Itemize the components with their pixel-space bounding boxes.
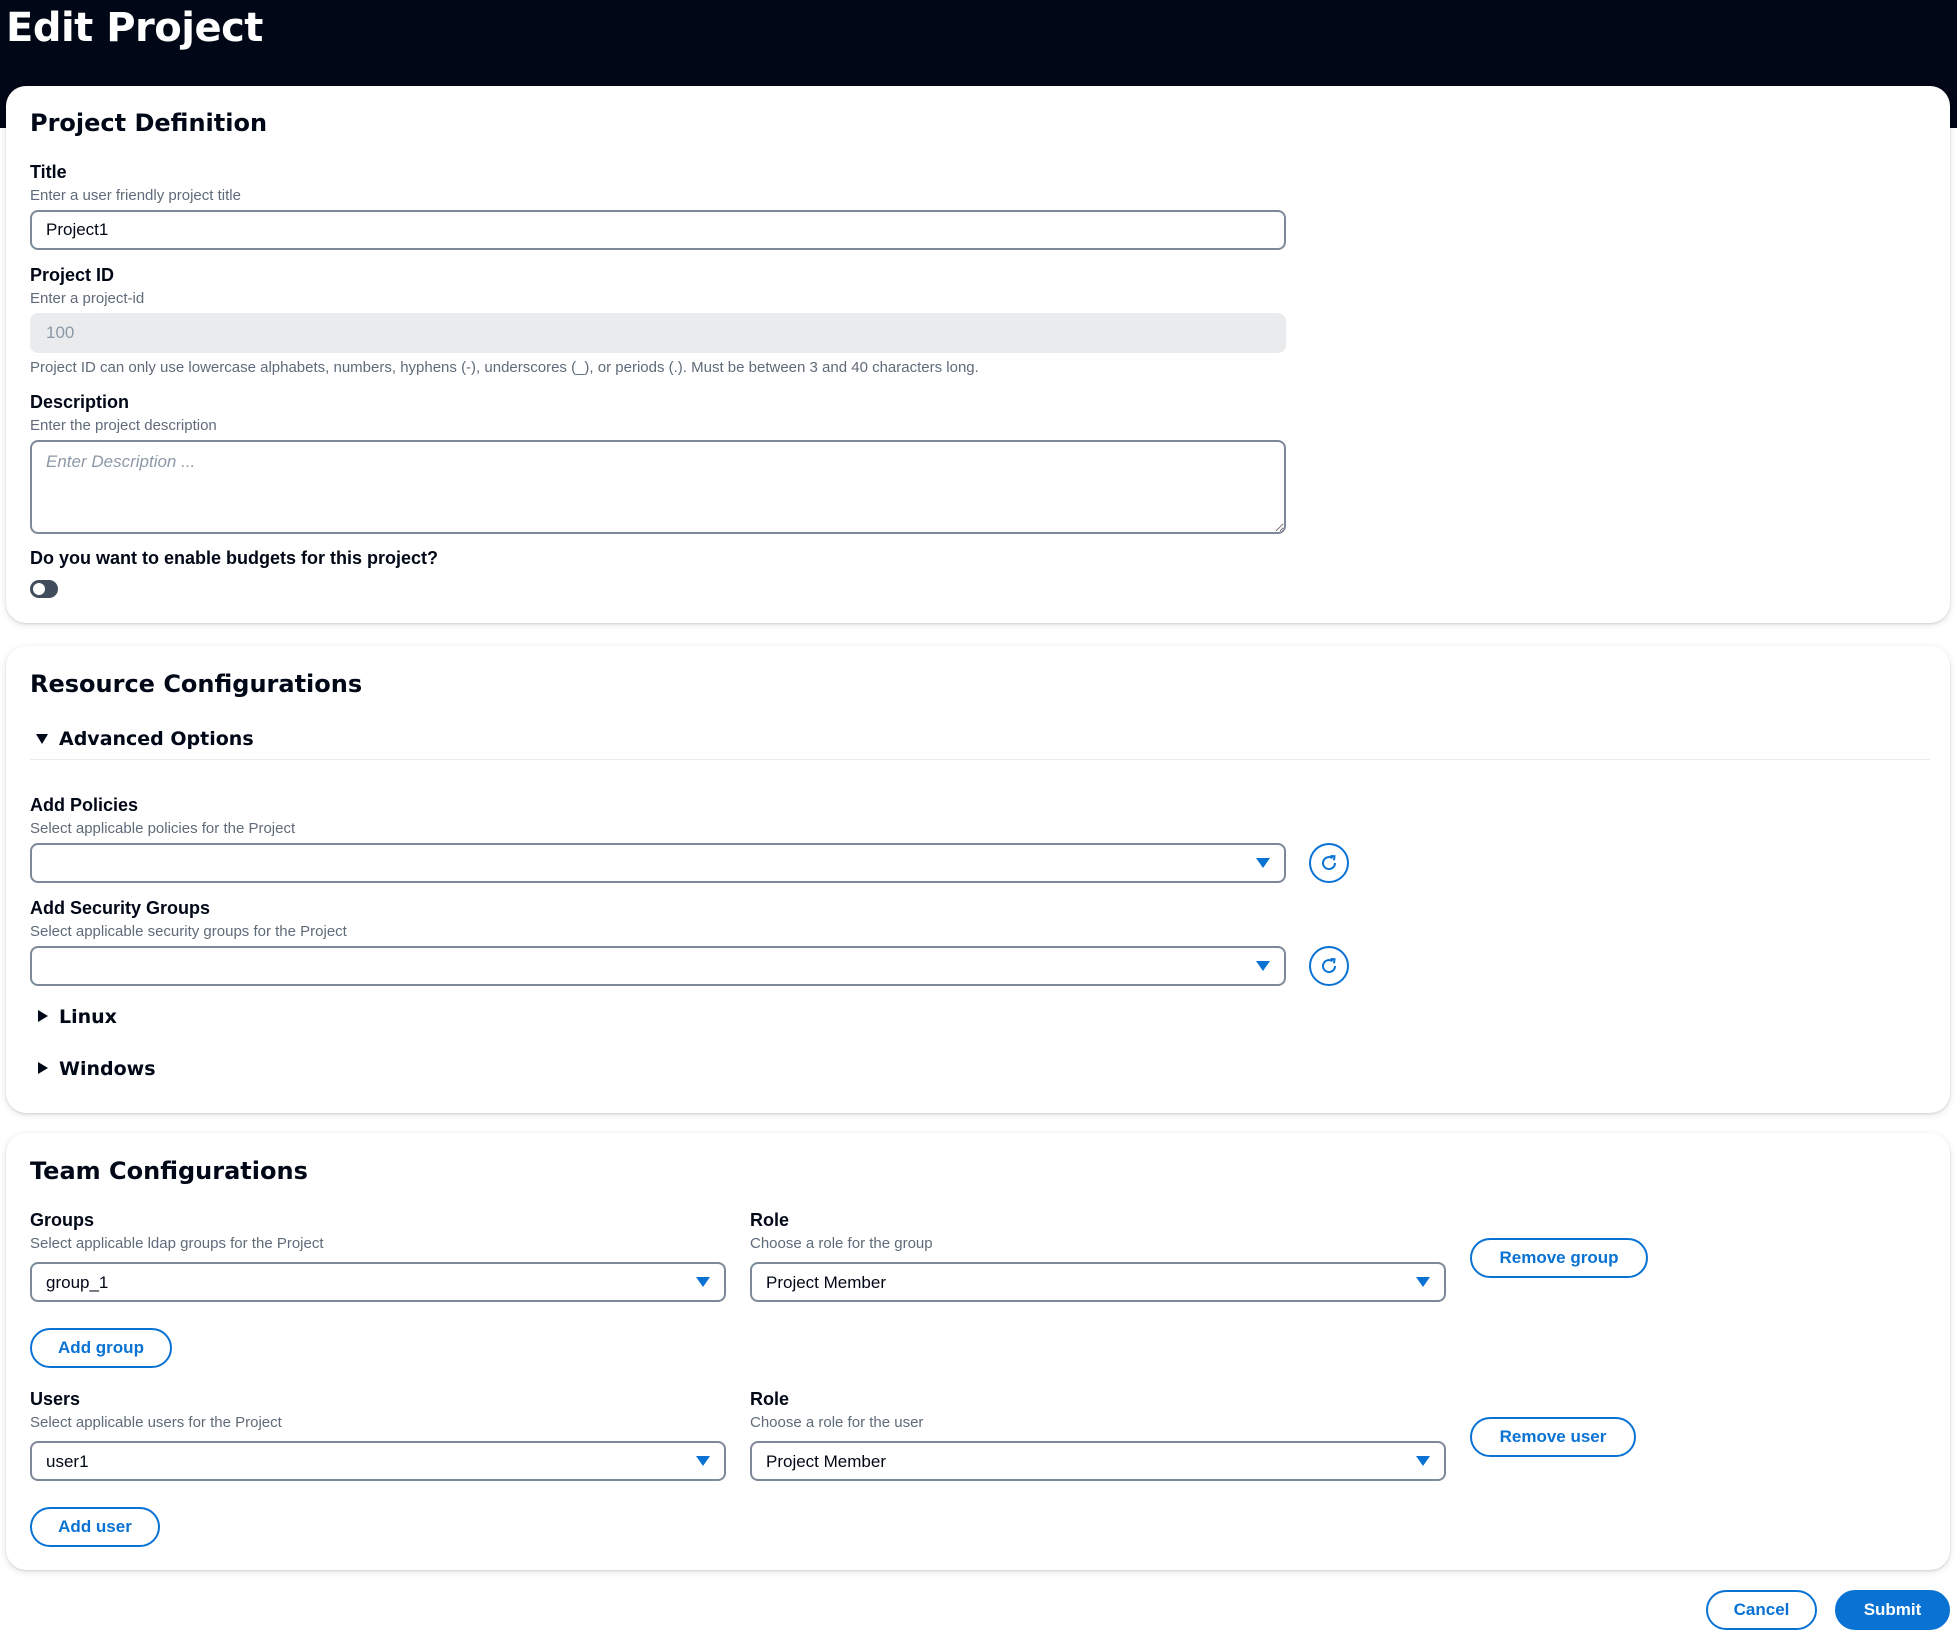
budgets-toggle[interactable] <box>30 580 58 598</box>
policies-select[interactable] <box>30 843 1286 883</box>
groups-description: Select applicable ldap groups for the Pr… <box>30 1235 324 1252</box>
users-select[interactable]: user1 <box>30 1441 726 1481</box>
caret-down-icon <box>1256 858 1270 868</box>
advanced-options-divider <box>30 759 1930 760</box>
team-configurations-heading: Team Configurations <box>30 1157 308 1185</box>
resource-configurations-card: Resource Configurations Advanced Options… <box>6 646 1950 1113</box>
windows-expander[interactable]: Windows <box>36 1056 236 1082</box>
linux-expander[interactable]: Linux <box>36 1004 236 1030</box>
groups-label: Groups <box>30 1210 95 1230</box>
groups-select-value: group_1 <box>46 1273 109 1292</box>
group-role-select-value: Project Member <box>766 1273 886 1292</box>
project-id-input <box>30 313 1286 353</box>
remove-group-button[interactable]: Remove group <box>1470 1238 1648 1278</box>
caret-down-icon <box>1256 961 1270 971</box>
refresh-security-groups-button[interactable] <box>1309 946 1349 986</box>
add-user-button[interactable]: Add user <box>30 1507 160 1547</box>
user-role-select-value: Project Member <box>766 1452 886 1471</box>
description-label: Description <box>30 392 130 412</box>
users-select-value: user1 <box>46 1452 89 1471</box>
budgets-question: Do you want to enable budgets for this p… <box>30 548 439 568</box>
project-id-description: Enter a project-id <box>30 290 145 307</box>
caret-down-icon <box>696 1277 710 1287</box>
refresh-icon <box>1322 958 1337 974</box>
triangle-right-icon <box>38 1010 48 1022</box>
caret-down-icon <box>696 1456 710 1466</box>
resource-configurations-heading: Resource Configurations <box>30 670 363 698</box>
title-input[interactable] <box>30 210 1286 250</box>
triangle-down-icon <box>36 734 48 744</box>
user-role-label: Role <box>750 1389 790 1409</box>
add-policies-description: Select applicable policies for the Proje… <box>30 820 296 837</box>
add-security-groups-description: Select applicable security groups for th… <box>30 923 347 940</box>
security-groups-select[interactable] <box>30 946 1286 986</box>
project-id-label: Project ID <box>30 265 115 285</box>
refresh-policies-button[interactable] <box>1309 843 1349 883</box>
cancel-button[interactable]: Cancel <box>1706 1590 1817 1630</box>
submit-button[interactable]: Submit <box>1835 1590 1950 1630</box>
add-security-groups-label: Add Security Groups <box>30 898 211 918</box>
project-id-constraint-text: Project ID can only use lowercase alphab… <box>30 359 979 376</box>
advanced-options-label: Advanced Options <box>59 728 254 750</box>
project-definition-heading: Project Definition <box>30 109 268 137</box>
team-configurations-card: Team Configurations Groups Select applic… <box>6 1133 1950 1570</box>
description-textarea[interactable] <box>30 440 1286 534</box>
project-definition-card: Project Definition Title Enter a user fr… <box>6 86 1950 623</box>
users-label: Users <box>30 1389 81 1409</box>
add-group-button[interactable]: Add group <box>30 1328 172 1368</box>
refresh-icon <box>1322 855 1337 871</box>
remove-user-button[interactable]: Remove user <box>1470 1417 1636 1457</box>
title-label: Title <box>30 162 67 182</box>
triangle-right-icon <box>38 1062 48 1074</box>
group-role-description: Choose a role for the group <box>750 1235 933 1252</box>
caret-down-icon <box>1416 1277 1430 1287</box>
user-role-description: Choose a role for the user <box>750 1414 924 1431</box>
title-description: Enter a user friendly project title <box>30 187 241 204</box>
advanced-options-expander[interactable]: Advanced Options <box>36 726 336 752</box>
description-help: Enter the project description <box>30 417 217 434</box>
users-description: Select applicable users for the Project <box>30 1414 282 1431</box>
toggle-knob <box>33 583 45 595</box>
user-role-select[interactable]: Project Member <box>750 1441 1446 1481</box>
add-policies-label: Add Policies <box>30 795 139 815</box>
caret-down-icon <box>1416 1456 1430 1466</box>
group-role-select[interactable]: Project Member <box>750 1262 1446 1302</box>
group-role-label: Role <box>750 1210 790 1230</box>
page-title: Edit Project <box>6 5 263 51</box>
groups-select[interactable]: group_1 <box>30 1262 726 1302</box>
windows-label: Windows <box>59 1058 156 1080</box>
linux-label: Linux <box>59 1006 117 1028</box>
